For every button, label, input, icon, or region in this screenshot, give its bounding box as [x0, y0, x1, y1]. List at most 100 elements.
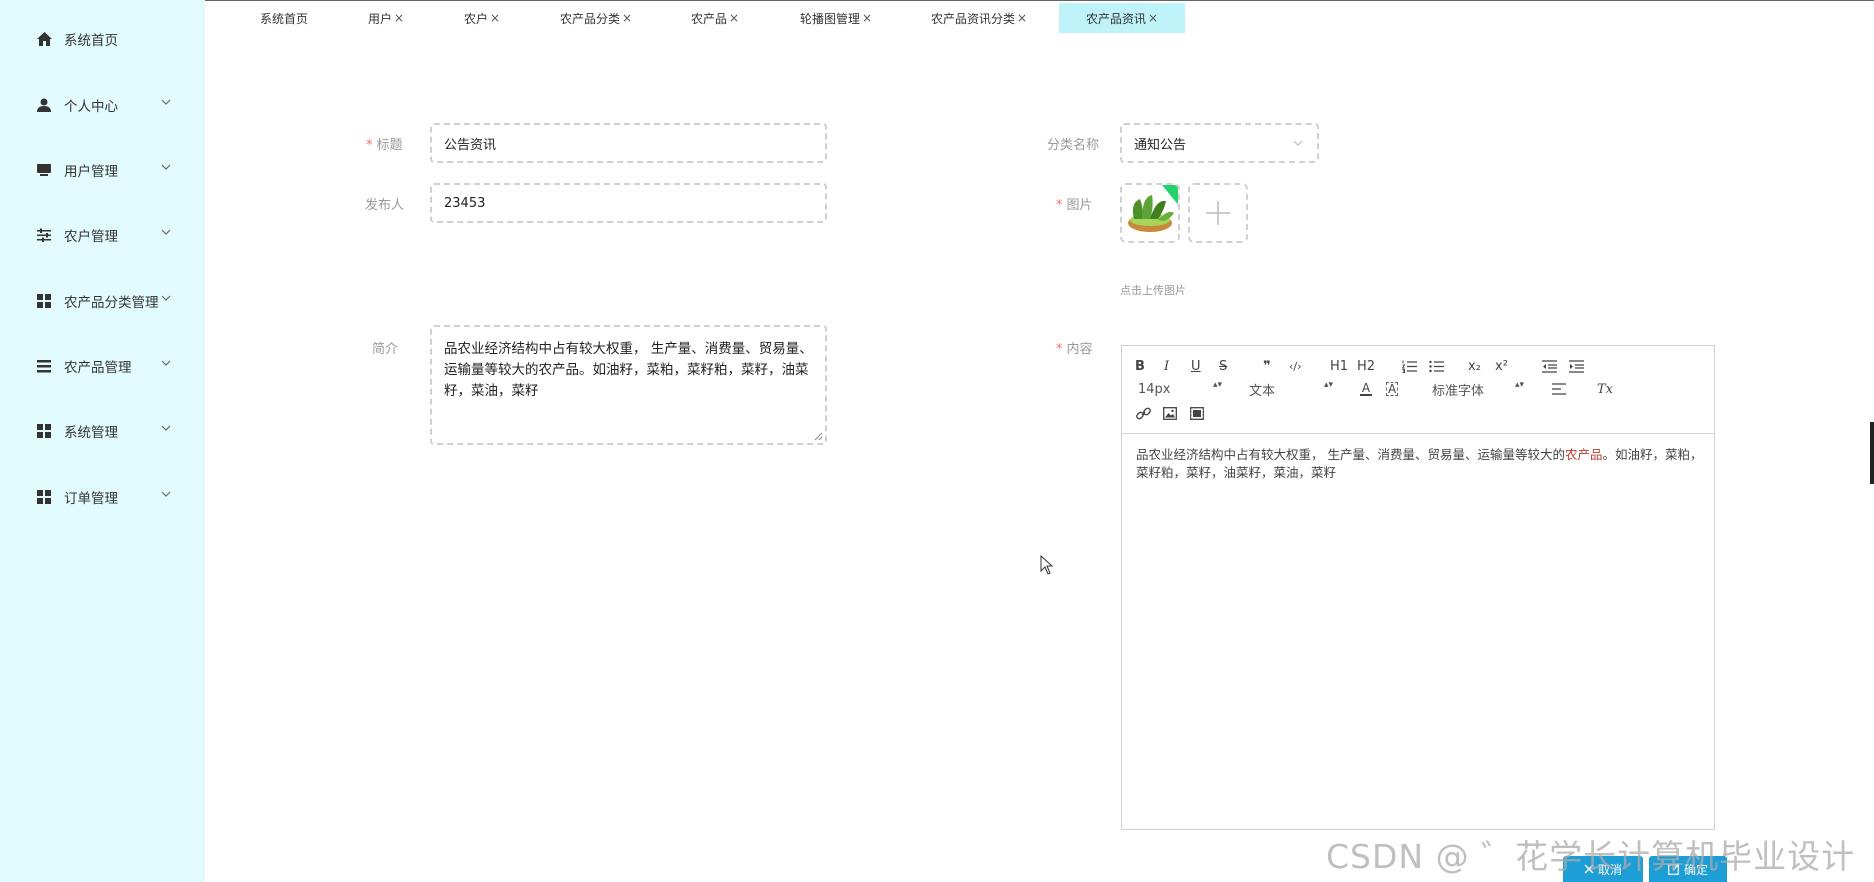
tab-carousel-management[interactable]: 轮播图管理 ×	[800, 3, 872, 33]
image-button[interactable]	[1163, 404, 1177, 422]
ordered-list-icon	[1402, 360, 1417, 373]
bold-button[interactable]: B	[1135, 357, 1145, 375]
sidebar-item-personal-center[interactable]: 个人中心	[0, 85, 205, 125]
required-mark: *	[1056, 342, 1063, 357]
tab-news-categories[interactable]: 农产品资讯分类 ×	[931, 3, 1027, 33]
header-select[interactable]: 文本 ▴▾	[1249, 380, 1333, 399]
close-icon[interactable]: ×	[394, 11, 404, 25]
align-left-icon	[1552, 383, 1566, 395]
close-icon[interactable]: ×	[862, 11, 872, 25]
uploaded-image-thumbnail[interactable]	[1120, 183, 1180, 243]
close-icon[interactable]: ×	[729, 11, 739, 25]
tab-users[interactable]: 用户 ×	[368, 3, 404, 33]
link-icon	[1136, 407, 1151, 419]
close-icon[interactable]: ×	[622, 11, 632, 25]
sidebar: 系统首页 个人中心 用户管理 农户管理 农产品分类管理 农产品管理 系统管理 订…	[0, 0, 205, 882]
sidebar-item-system-management[interactable]: 系统管理	[0, 411, 205, 451]
sidebar-item-label: 农户管理	[64, 229, 118, 245]
publisher-input-value: 23453	[444, 195, 486, 211]
sidebar-item-farmer-management[interactable]: 农户管理	[0, 215, 205, 255]
bullet-list-icon	[1429, 360, 1444, 372]
ordered-list-button[interactable]	[1402, 357, 1417, 375]
chevron-down-icon	[161, 164, 171, 170]
upload-button[interactable]	[1188, 183, 1248, 243]
editor-text-before: 品农业经济结构中占有较大权重， 生产量、消费量、贸易量、运输量等较大的	[1136, 447, 1565, 462]
tab-product-categories[interactable]: 农产品分类 ×	[560, 3, 632, 33]
font-family-select[interactable]: 标准字体 ▴▾	[1432, 380, 1524, 399]
underline-button[interactable]: U	[1191, 357, 1201, 375]
editor-text-highlight: 农产品	[1564, 447, 1603, 462]
chevron-down-icon	[161, 99, 171, 105]
subscript-button[interactable]: x₂	[1468, 357, 1481, 375]
background-color-icon: A	[1386, 382, 1399, 396]
header-2-button[interactable]: H2	[1357, 357, 1375, 375]
upload-hint: 点击上传图片	[1120, 284, 1186, 297]
watermark: CSDN @ ゛花学长计算机毕业设计	[1326, 837, 1856, 876]
sort-arrows-icon: ▴▾	[1212, 380, 1222, 390]
sidebar-item-product-management[interactable]: 农产品管理	[0, 346, 205, 386]
tab-home[interactable]: 系统首页	[260, 3, 308, 33]
font-color-icon: A	[1361, 381, 1371, 395]
tab-label: 农户	[464, 11, 489, 26]
tab-label: 农产品	[691, 11, 728, 26]
tab-farmers[interactable]: 农户 ×	[464, 3, 500, 33]
background-color-button[interactable]: A	[1386, 380, 1399, 398]
font-size-select[interactable]: 14px ▴▾	[1138, 380, 1222, 398]
font-size-value: 14px	[1138, 381, 1171, 397]
outdent-button[interactable]	[1542, 357, 1557, 375]
sidebar-item-order-management[interactable]: 订单管理	[0, 477, 205, 517]
tab-label: 农产品分类	[560, 11, 621, 26]
superscript-button[interactable]: x²	[1495, 357, 1508, 375]
indent-icon	[1569, 359, 1584, 373]
sidebar-item-product-category-management[interactable]: 农产品分类管理	[0, 281, 205, 321]
sort-arrows-icon: ▴▾	[1323, 380, 1333, 390]
link-button[interactable]	[1136, 404, 1151, 422]
editor-toolbar: B I U S ❞ ‹/› H1 H2 x₂ x² 14px ▴▾ 文本 ▴▾	[1122, 346, 1714, 434]
tab-bar: 系统首页 用户 × 农户 × 农产品分类 × 农产品 × 轮播图管理 × 农产品…	[205, 0, 1874, 34]
code-block-button[interactable]: ‹/›	[1289, 357, 1302, 375]
video-button[interactable]	[1190, 404, 1204, 422]
strikethrough-button[interactable]: S	[1219, 357, 1227, 375]
chevron-down-icon	[1293, 140, 1303, 146]
bullet-list-button[interactable]	[1429, 357, 1444, 375]
home-icon	[36, 31, 52, 47]
summary-textarea-value: 品农业经济结构中占有较大权重， 生产量、消费量、贸易量、运输量等较大的农产品。如…	[444, 341, 813, 399]
rich-text-editor[interactable]: B I U S ❞ ‹/› H1 H2 x₂ x² 14px ▴▾ 文本 ▴▾	[1121, 345, 1715, 830]
clear-format-button[interactable]: Tx	[1597, 380, 1613, 398]
mouse-cursor-icon	[1040, 555, 1054, 575]
resize-handle-icon[interactable]	[813, 431, 823, 441]
list-icon	[36, 358, 52, 374]
sidebar-item-home[interactable]: 系统首页	[0, 19, 205, 59]
tab-news[interactable]: 农产品资讯 ×	[1059, 3, 1186, 33]
user-icon	[36, 97, 52, 113]
sidebar-item-label: 用户管理	[64, 164, 118, 180]
tab-products[interactable]: 农产品 ×	[691, 3, 739, 33]
category-select[interactable]: 通知公告	[1120, 123, 1319, 163]
chevron-down-icon	[161, 229, 171, 235]
font-color-button[interactable]: A	[1360, 380, 1372, 398]
grid-icon	[36, 293, 52, 309]
close-icon[interactable]: ×	[490, 11, 500, 25]
image-label: * 图片	[1056, 198, 1093, 213]
title-input[interactable]: 公告资讯	[430, 123, 827, 163]
editor-content[interactable]: 品农业经济结构中占有较大权重， 生产量、消费量、贸易量、运输量等较大的农产品。如…	[1136, 446, 1706, 482]
chevron-down-icon	[161, 295, 171, 301]
chevron-down-icon	[161, 360, 171, 366]
close-icon[interactable]: ×	[1148, 11, 1158, 25]
indent-button[interactable]	[1569, 357, 1584, 375]
tab-label: 农产品资讯	[1086, 11, 1147, 26]
sliders-icon	[36, 227, 52, 243]
italic-button[interactable]: I	[1164, 357, 1169, 375]
summary-textarea[interactable]: 品农业经济结构中占有较大权重， 生产量、消费量、贸易量、运输量等较大的农产品。如…	[430, 325, 827, 445]
header-1-button[interactable]: H1	[1330, 357, 1348, 375]
required-mark: *	[1056, 198, 1063, 213]
monitor-icon	[36, 162, 52, 178]
close-icon[interactable]: ×	[1017, 11, 1027, 25]
blockquote-button[interactable]: ❞	[1263, 357, 1271, 375]
scrollbar-thumb[interactable]	[1870, 422, 1874, 484]
publisher-input[interactable]: 23453	[430, 183, 827, 223]
header-value: 文本	[1249, 383, 1276, 399]
font-family-value: 标准字体	[1432, 383, 1485, 399]
sidebar-item-user-management[interactable]: 用户管理	[0, 150, 205, 190]
align-button[interactable]	[1552, 380, 1566, 398]
